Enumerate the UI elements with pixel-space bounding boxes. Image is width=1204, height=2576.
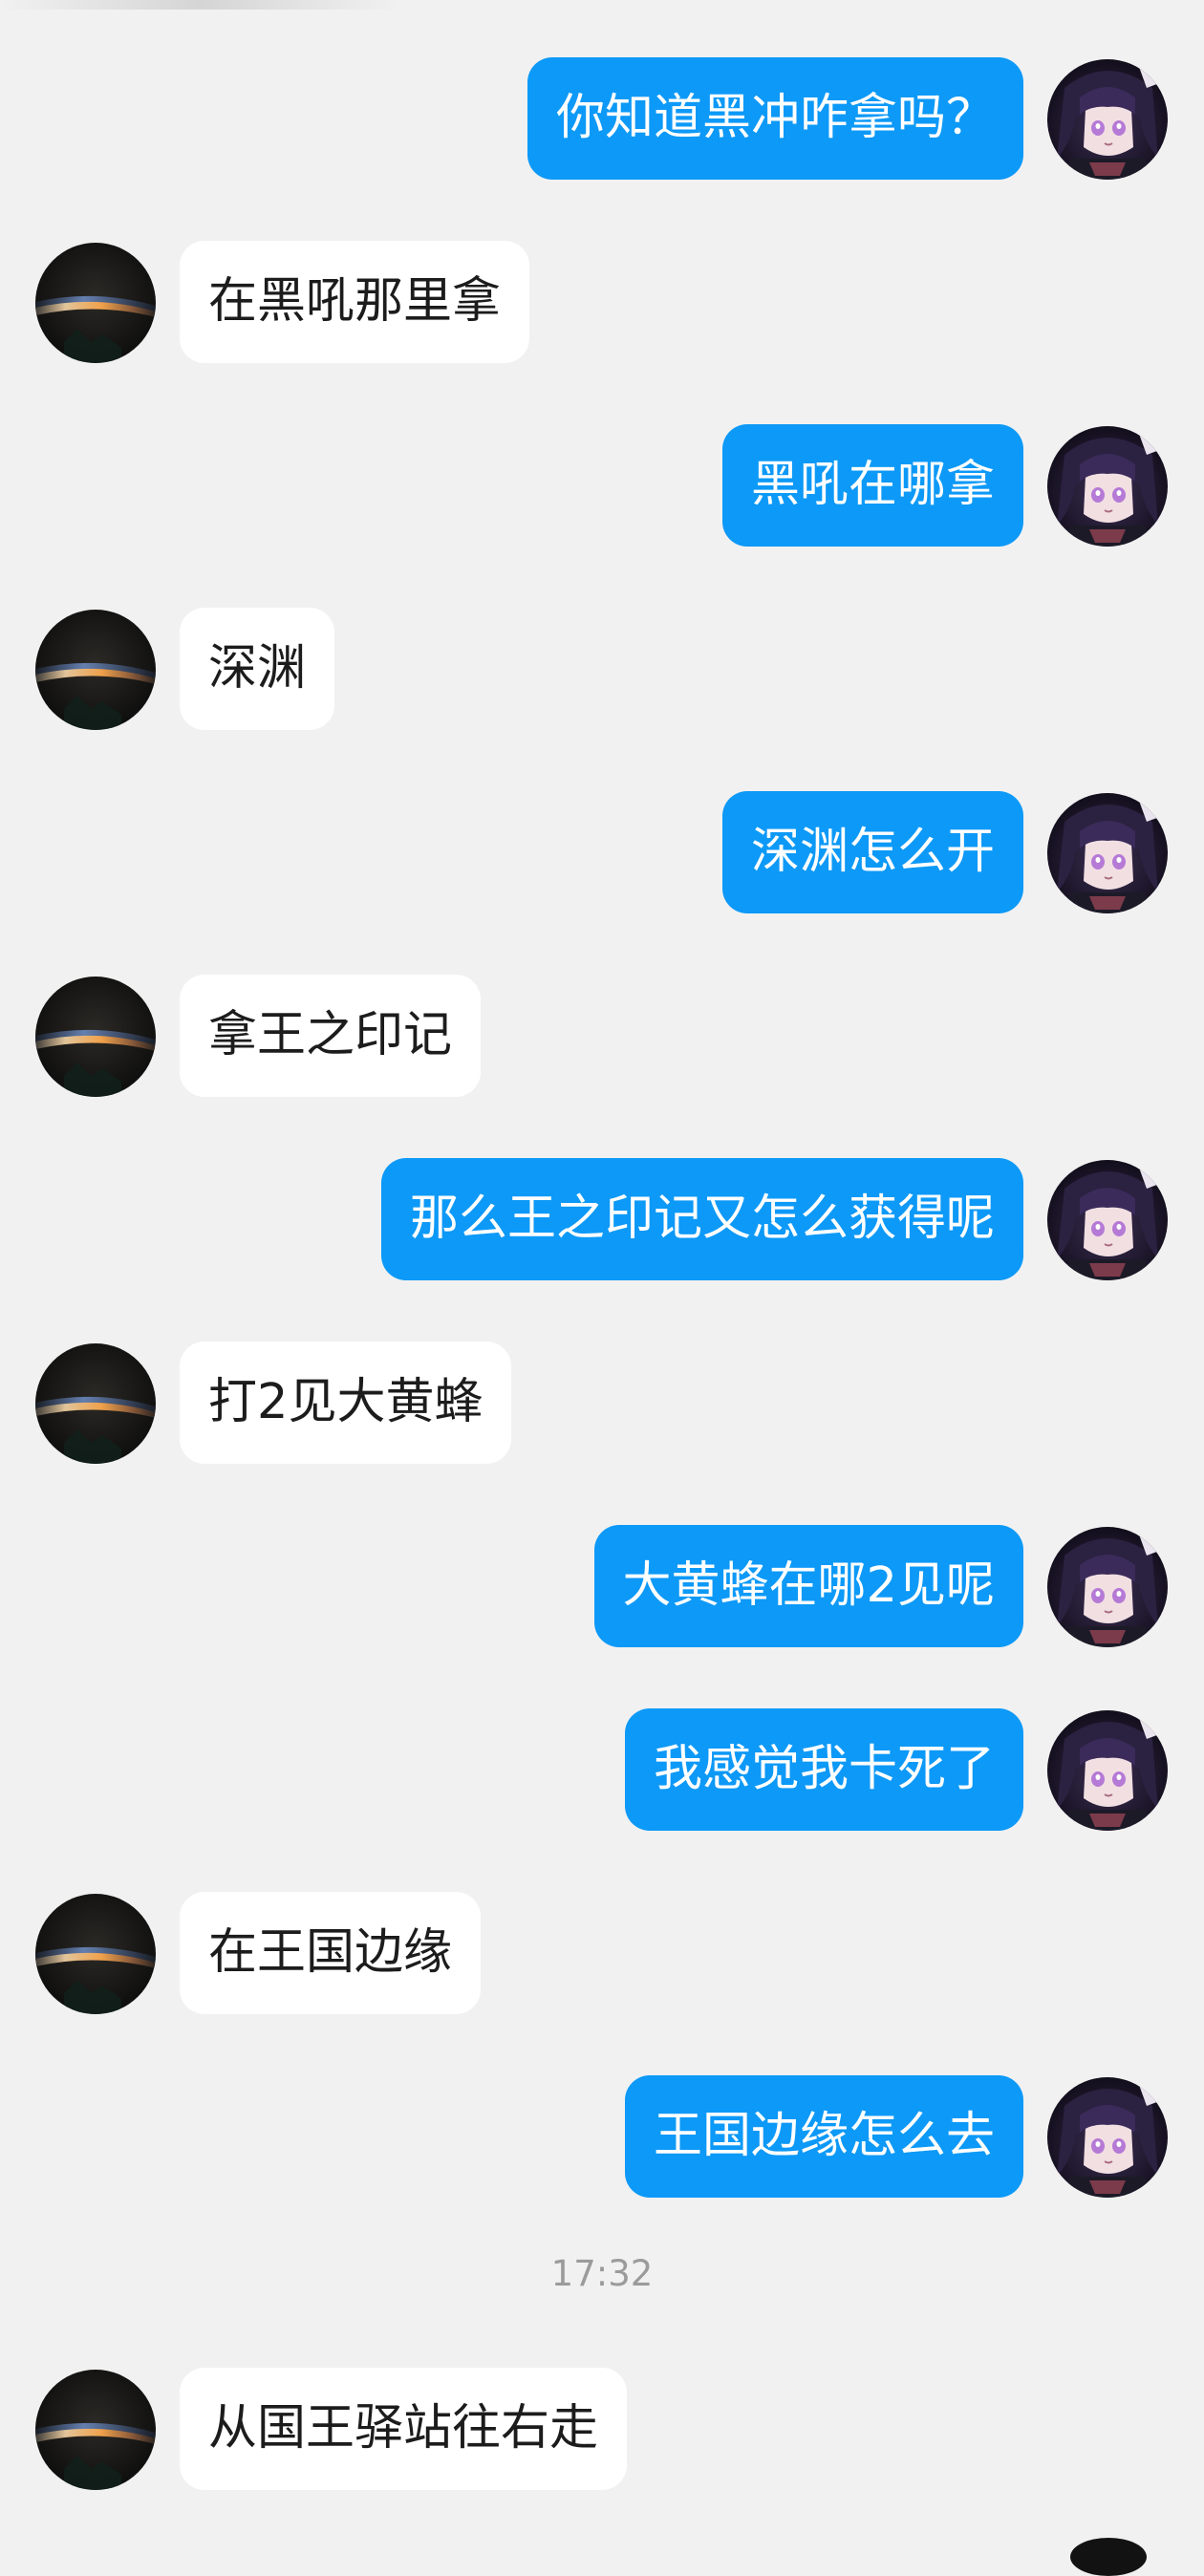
contact-avatar[interactable] (35, 1343, 156, 1464)
outgoing-message-bubble[interactable]: 我感觉我卡死了 (624, 1708, 1023, 1831)
message-timestamp: 17:32 (550, 2253, 654, 2294)
self-avatar[interactable] (1047, 59, 1168, 180)
incoming-message-bubble[interactable]: 在王国边缘 (180, 1892, 482, 2014)
contact-avatar[interactable] (35, 243, 156, 363)
incoming-message-bubble[interactable]: 拿王之印记 (180, 975, 482, 1097)
contact-avatar[interactable] (35, 610, 156, 730)
incoming-message-bubble[interactable]: 从国王驿站往右走 (180, 2368, 628, 2490)
outgoing-message-bubble[interactable]: 大黄蜂在哪2见呢 (593, 1525, 1023, 1647)
outgoing-message-bubble[interactable]: 深渊怎么开 (721, 791, 1023, 913)
self-avatar[interactable] (1047, 1710, 1168, 1831)
self-avatar[interactable] (1047, 426, 1168, 547)
top-edge-fade (0, 0, 401, 10)
self-avatar[interactable] (1047, 2077, 1168, 2198)
incoming-message-bubble[interactable]: 打2见大黄蜂 (180, 1342, 512, 1464)
self-avatar-partial (1070, 2538, 1147, 2576)
incoming-message-bubble[interactable]: 在黑吼那里拿 (180, 241, 530, 363)
contact-avatar[interactable] (35, 1894, 156, 2014)
self-avatar[interactable] (1047, 793, 1168, 913)
contact-avatar[interactable] (35, 977, 156, 1097)
self-avatar[interactable] (1047, 1160, 1168, 1280)
outgoing-message-bubble[interactable]: 那么王之印记又怎么获得呢 (380, 1158, 1023, 1280)
self-avatar[interactable] (1047, 1527, 1168, 1647)
contact-avatar[interactable] (35, 2370, 156, 2490)
incoming-message-bubble[interactable]: 深渊 (180, 608, 335, 730)
outgoing-message-bubble[interactable]: 你知道黑冲咋拿吗？ (527, 57, 1023, 180)
outgoing-message-bubble[interactable]: 黑吼在哪拿 (721, 424, 1023, 547)
outgoing-message-bubble[interactable]: 王国边缘怎么去 (624, 2075, 1023, 2198)
